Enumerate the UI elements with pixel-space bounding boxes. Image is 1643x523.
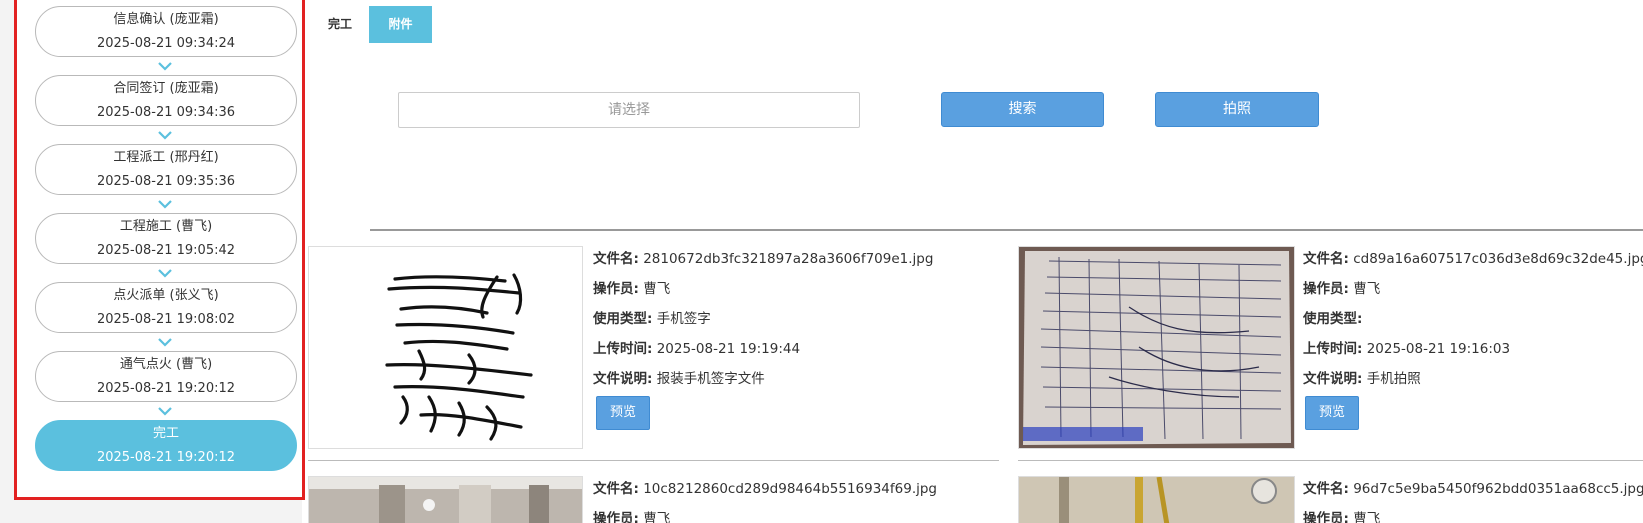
timeline-step-dispatch[interactable]: 工程派工 (邢丹红) 2025-08-21 09:35:36 [35,144,297,195]
file-type-select[interactable]: 请选择 [398,92,860,128]
process-timeline-panel: 信息确认 (庞亚霜) 2025-08-21 09:34:24 合同签订 (庞亚霜… [0,0,305,523]
timeline-step-completed[interactable]: 完工 2025-08-21 19:20:12 [35,420,297,471]
interior-photo [309,477,582,523]
chevron-down-icon [158,131,172,140]
file-info-operator: 操作员: 曹飞 [1303,507,1380,523]
filename-value: 10c8212860cd289d98464b5516934f69.jpg [643,481,938,497]
preview-button[interactable]: 预览 [1305,396,1359,430]
chevron-down-icon [158,338,172,347]
tab-attachments[interactable]: 附件 [369,6,432,43]
row-separator [308,460,999,461]
description-label: 文件说明: [1303,371,1363,387]
step-time: 2025-08-21 19:20:12 [96,450,236,465]
interior-photo-thumb[interactable] [308,476,583,523]
chevron-down-icon [158,62,172,71]
filename-value: 2810672db3fc321897a28a3606f709e1.jpg [643,251,934,267]
document-photo [1019,247,1294,448]
operator-value: 曹飞 [643,281,671,297]
file-info-usage-type: 使用类型: [1303,307,1362,327]
step-title: 点火派单 (张义飞) [113,288,219,303]
operator-label: 操作员: [1303,511,1349,523]
operator-value: 曹飞 [1353,281,1381,297]
tab-completion[interactable]: 完工 [311,6,369,43]
timeline-step-ignition-dispatch[interactable]: 点火派单 (张义飞) 2025-08-21 19:08:02 [35,282,297,333]
signature-image-thumb[interactable] [308,246,583,449]
timeline-step-contract-sign[interactable]: 合同签订 (庞亚霜) 2025-08-21 09:34:36 [35,75,297,126]
file-info-upload-time: 上传时间: 2025-08-21 19:16:03 [1303,337,1510,357]
file-info-operator: 操作员: 曹飞 [593,507,670,523]
usage-type-label: 使用类型: [593,311,653,327]
description-value: 手机拍照 [1366,371,1421,387]
file-info-usage-type: 使用类型: 手机签字 [593,307,711,327]
timeline-highlight-box: 信息确认 (庞亚霜) 2025-08-21 09:34:24 合同签订 (庞亚霜… [14,0,305,500]
description-label: 文件说明: [593,371,653,387]
search-button[interactable]: 搜索 [941,92,1104,127]
pipe-photo-thumb[interactable] [1018,476,1295,523]
filename-label: 文件名: [593,251,639,267]
step-time: 2025-08-21 19:20:12 [96,381,236,396]
upload-time-label: 上传时间: [593,341,653,357]
step-title: 通气点火 (曹飞) [119,357,213,372]
description-value: 报装手机签字文件 [656,371,765,387]
step-title: 合同签订 (庞亚霜) [113,81,219,96]
operator-value: 曹飞 [1353,511,1381,523]
preview-button[interactable]: 预览 [596,396,650,430]
timeline-step-info-confirm[interactable]: 信息确认 (庞亚霜) 2025-08-21 09:34:24 [35,6,297,57]
chevron-down-icon [158,407,172,416]
timeline-step-construction[interactable]: 工程施工 (曹飞) 2025-08-21 19:05:42 [35,213,297,264]
step-time: 2025-08-21 09:35:36 [96,174,236,189]
filename-value: 96d7c5e9ba5450f962bdd0351aa68cc5.jpg [1353,481,1643,497]
file-info-operator: 操作员: 曹飞 [593,277,670,297]
file-info-operator: 操作员: 曹飞 [1303,277,1380,297]
file-info-description: 文件说明: 报装手机签字文件 [593,367,765,387]
usage-type-value: 手机签字 [656,311,711,327]
upload-time-value: 2025-08-21 19:19:44 [656,341,801,357]
step-time: 2025-08-21 09:34:24 [96,36,236,51]
document-photo-thumb[interactable] [1018,246,1295,449]
operator-label: 操作员: [1303,281,1349,297]
step-time: 2025-08-21 19:08:02 [96,312,236,327]
filename-value: cd89a16a607517c036d3e8d69c32de45.jpg [1353,251,1643,267]
upload-time-label: 上传时间: [1303,341,1363,357]
file-info-upload-time: 上传时间: 2025-08-21 19:19:44 [593,337,800,357]
step-title: 完工 [152,426,179,441]
filename-label: 文件名: [1303,481,1349,497]
file-info-description: 文件说明: 手机拍照 [1303,367,1421,387]
step-title: 工程派工 (邢丹红) [113,150,219,165]
step-title: 信息确认 (庞亚霜) [113,12,219,27]
divider [370,229,1643,231]
file-info-filename: 文件名: 2810672db3fc321897a28a3606f709e1.jp… [593,247,933,267]
file-info-filename: 文件名: 10c8212860cd289d98464b5516934f69.jp… [593,477,937,497]
step-time: 2025-08-21 19:05:42 [96,243,236,258]
signature-image [385,273,533,441]
chevron-down-icon [158,200,172,209]
timeline-step-gas-ignition[interactable]: 通气点火 (曹飞) 2025-08-21 19:20:12 [35,351,297,402]
row-separator [1018,460,1643,461]
operator-label: 操作员: [593,281,639,297]
filename-label: 文件名: [1303,251,1349,267]
upload-time-value: 2025-08-21 19:16:03 [1366,341,1511,357]
usage-type-label: 使用类型: [1303,311,1363,327]
file-info-filename: 文件名: 96d7c5e9ba5450f962bdd0351aa68cc5.jp… [1303,477,1643,497]
filename-label: 文件名: [593,481,639,497]
operator-label: 操作员: [593,511,639,523]
operator-value: 曹飞 [643,511,671,523]
chevron-down-icon [158,269,172,278]
take-photo-button[interactable]: 拍照 [1155,92,1319,127]
step-title: 工程施工 (曹飞) [119,219,213,234]
file-info-filename: 文件名: cd89a16a607517c036d3e8d69c32de45.jp… [1303,247,1643,267]
pipe-photo [1019,477,1294,523]
page: 信息确认 (庞亚霜) 2025-08-21 09:34:24 合同签订 (庞亚霜… [0,0,1643,523]
step-time: 2025-08-21 09:34:36 [96,105,236,120]
